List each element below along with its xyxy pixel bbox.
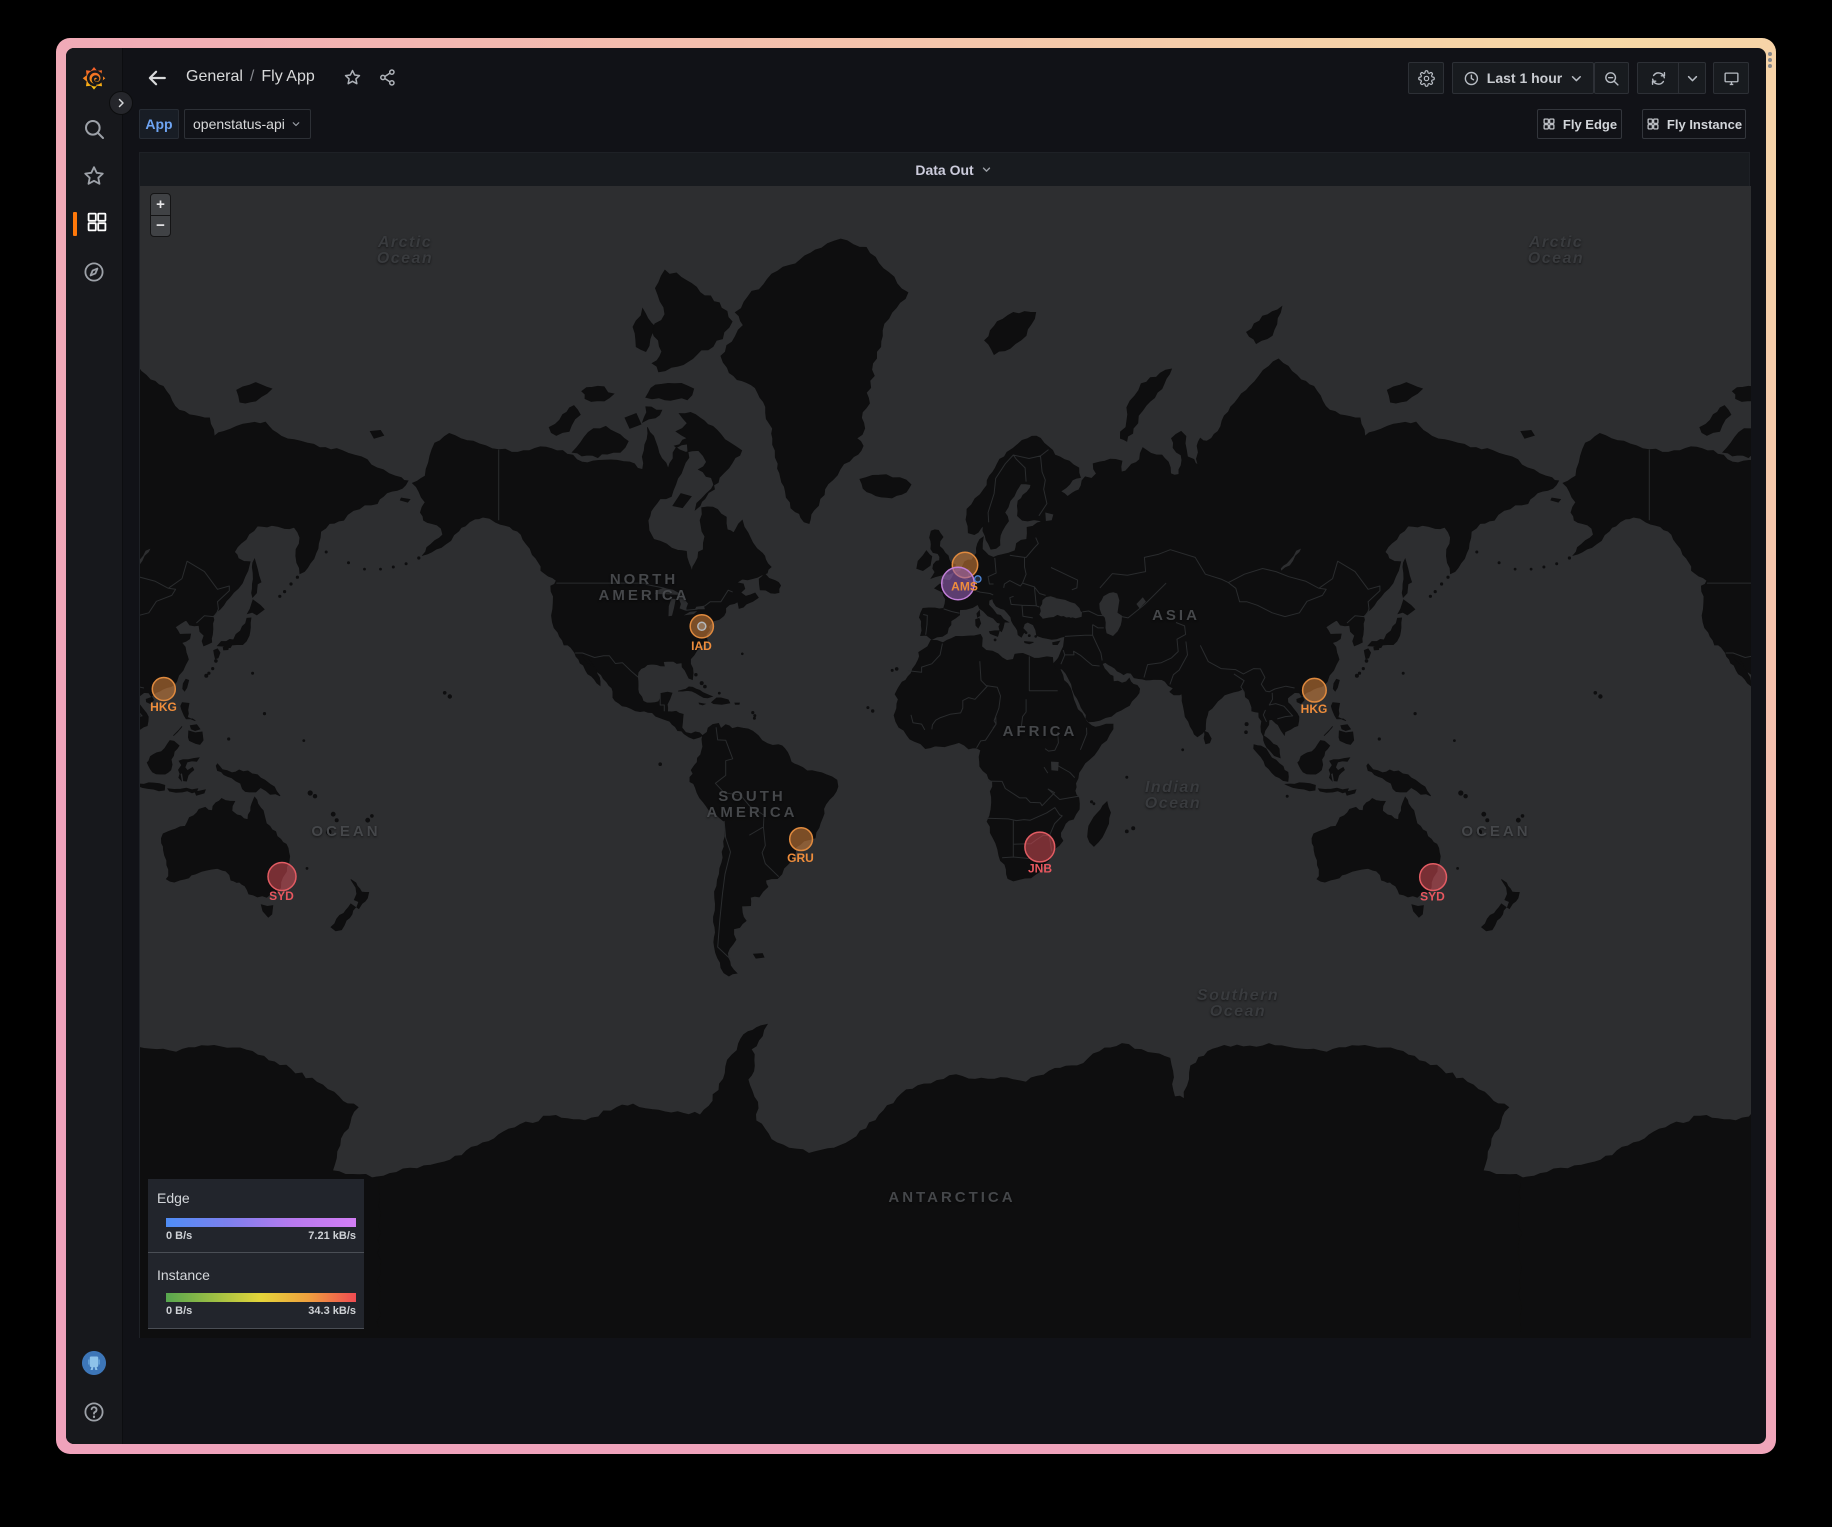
- svg-text:GRU: GRU: [787, 851, 814, 865]
- svg-text:AMS: AMS: [951, 580, 978, 594]
- svg-text:JNB: JNB: [1028, 862, 1052, 876]
- svg-text:HKG: HKG: [150, 700, 177, 714]
- svg-text:HKG: HKG: [1301, 702, 1328, 716]
- svg-text:IAD: IAD: [691, 639, 712, 653]
- svg-text:SYD: SYD: [1420, 890, 1445, 904]
- svg-text:SYD: SYD: [269, 889, 294, 903]
